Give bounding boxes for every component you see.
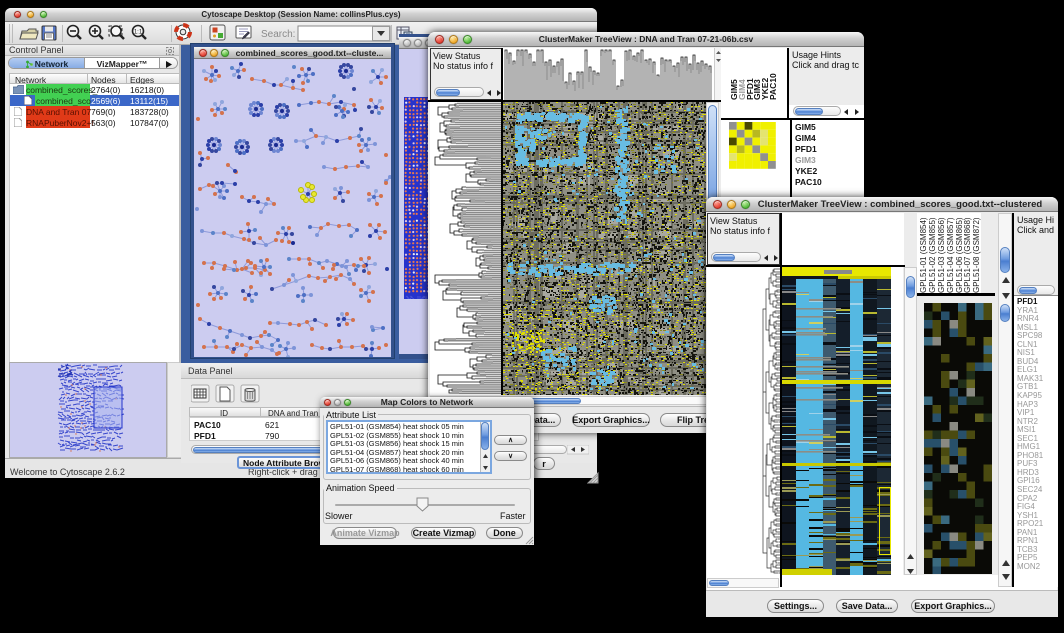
svg-text:Search:: Search: <box>261 29 295 40</box>
svg-text:1:1: 1:1 <box>134 30 143 36</box>
